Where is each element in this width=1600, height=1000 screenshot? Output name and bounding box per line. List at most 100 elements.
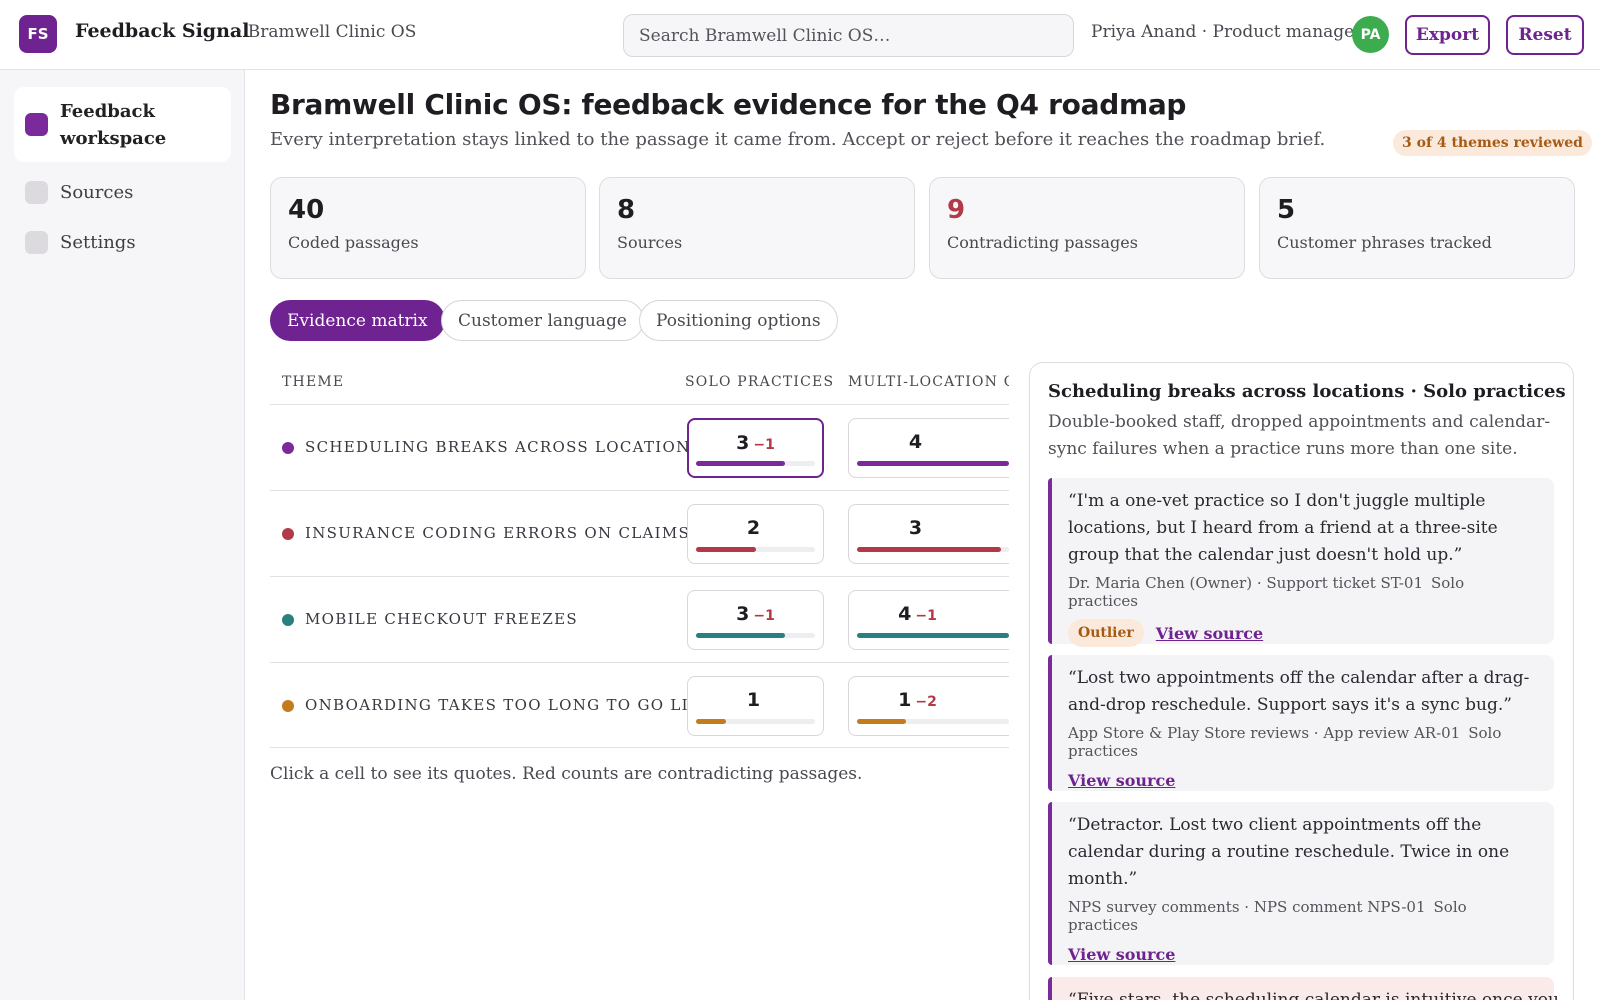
quote-detail-panel: Scheduling breaks across locations · Sol…	[1029, 362, 1574, 1000]
view-source-link[interactable]: View source	[1068, 771, 1175, 790]
quote-card: “Five stars, the scheduling calendar is …	[1048, 977, 1559, 1000]
sources-icon	[25, 180, 48, 204]
matrix-cell[interactable]: 1 −2	[848, 676, 1009, 736]
stat-value: 5	[1277, 195, 1296, 225]
cell-count: 2	[746, 517, 761, 539]
theme-name: MOBILE CHECKOUT FREEZES	[305, 610, 578, 628]
cell-bar	[696, 547, 815, 552]
export-button[interactable]: Export	[1405, 15, 1490, 55]
quote-source: NPS survey comments · NPS comment NPS-01	[1068, 898, 1426, 916]
cell-count: 3	[736, 432, 750, 454]
cell-count: 1	[746, 689, 761, 711]
table-row: INSURANCE CODING ERRORS ON CLAIMS 2 3	[270, 490, 1009, 576]
table-row: MOBILE CHECKOUT FREEZES 3 −1 4 −1	[270, 576, 1009, 662]
quote-source: Dr. Maria Chen (Owner) · Support ticket …	[1068, 574, 1423, 592]
cell-bar	[857, 461, 1009, 466]
view-source-link[interactable]: View source	[1068, 945, 1175, 964]
stat-card-sources: 8 Sources	[599, 177, 915, 279]
column-header-solo-practices: SOLO PRACTICES	[685, 374, 835, 390]
matrix-cell[interactable]: 4 −1	[848, 590, 1009, 650]
theme-color-dot	[282, 614, 294, 626]
page-subtitle: Every interpretation stays linked to the…	[270, 129, 1326, 150]
cell-count: 4	[898, 603, 912, 625]
evidence-matrix: THEME SOLO PRACTICES MULTI-LOCATION G SC…	[270, 362, 1009, 752]
sidebar-item-feedback-workspace[interactable]: Feedback workspace	[14, 87, 231, 162]
cell-contradictions: −1	[915, 608, 937, 624]
stat-label: Contradicting passages	[947, 233, 1138, 252]
view-source-link[interactable]: View source	[1156, 624, 1263, 643]
cell-count: 3	[736, 603, 750, 625]
sidebar: Feedback workspace Sources Settings	[0, 70, 245, 1000]
review-progress-badge: 3 of 4 themes reviewed	[1393, 130, 1592, 156]
cell-bar-fill	[696, 547, 756, 552]
quote-card: “Lost two appointments off the calendar …	[1048, 655, 1554, 791]
stat-card-coded-passages: 40 Coded passages	[270, 177, 586, 279]
sidebar-item-label: Settings	[60, 231, 136, 253]
settings-icon	[25, 230, 48, 254]
cell-contradictions: −2	[915, 694, 937, 710]
reset-button[interactable]: Reset	[1506, 15, 1584, 55]
quote-meta: NPS survey comments · NPS comment NPS-01…	[1068, 898, 1538, 934]
matrix-cell[interactable]: 2	[687, 504, 824, 564]
cell-bar-fill	[857, 461, 1009, 466]
quote-text: “Detractor. Lost two client appointments…	[1068, 815, 1510, 889]
panel-title: Scheduling breaks across locations · Sol…	[1048, 381, 1566, 402]
sidebar-item-sources[interactable]: Sources	[14, 176, 231, 208]
app-logo[interactable]: FS	[19, 15, 57, 53]
stat-value: 40	[288, 195, 325, 225]
avatar[interactable]: PA	[1352, 16, 1389, 53]
stat-value: 8	[617, 195, 636, 225]
quote-meta: App Store & Play Store reviews · App rev…	[1068, 724, 1538, 760]
page-title: Bramwell Clinic OS: feedback evidence fo…	[270, 88, 1187, 121]
theme-name: ONBOARDING TAKES TOO LONG TO GO LIVE	[305, 696, 714, 714]
theme-name: INSURANCE CODING ERRORS ON CLAIMS	[305, 524, 691, 542]
outlier-badge: Outlier	[1068, 619, 1144, 647]
top-bar: FS Feedback Signal · Bramwell Clinic OS …	[0, 0, 1600, 70]
tab-positioning-options[interactable]: Positioning options	[639, 300, 838, 341]
quote-text: “Lost two appointments off the calendar …	[1068, 668, 1530, 715]
sidebar-item-label: Feedback workspace	[60, 101, 167, 149]
stat-label: Coded passages	[288, 233, 419, 252]
stat-value: 9	[947, 195, 966, 225]
tab-customer-language[interactable]: Customer language	[441, 300, 644, 341]
quote-meta: Dr. Maria Chen (Owner) · Support ticket …	[1068, 574, 1538, 610]
matrix-cell[interactable]: 4	[848, 418, 1009, 478]
search-input[interactable]	[623, 14, 1074, 57]
cell-bar	[696, 633, 815, 638]
app-name: Feedback Signal	[75, 20, 250, 42]
cell-bar	[696, 461, 815, 466]
cell-bar-fill	[696, 461, 786, 466]
theme-color-dot	[282, 700, 294, 712]
cell-bar-fill	[857, 719, 906, 724]
matrix-cell[interactable]: 3	[848, 504, 1009, 564]
cell-bar	[696, 719, 815, 724]
sidebar-item-settings[interactable]: Settings	[14, 226, 231, 258]
column-header-multi-location: MULTI-LOCATION G	[848, 374, 1009, 390]
cell-count: 1	[898, 689, 912, 711]
workspace-icon	[25, 113, 48, 136]
cell-count: 4	[908, 431, 923, 453]
cell-bar	[857, 633, 1009, 638]
cell-contradictions: −1	[753, 437, 775, 453]
theme-name: SCHEDULING BREAKS ACROSS LOCATIONS	[305, 438, 703, 456]
theme-color-dot	[282, 528, 294, 540]
matrix-cell[interactable]: 3 −1	[687, 590, 824, 650]
user-label: Priya Anand · Product manager	[1091, 22, 1363, 42]
theme-color-dot	[282, 442, 294, 454]
workspace-breadcrumb: · Bramwell Clinic OS	[237, 22, 417, 42]
stat-card-contradicting-passages: 9 Contradicting passages	[929, 177, 1245, 279]
table-row: SCHEDULING BREAKS ACROSS LOCATIONS 3 −1 4	[270, 404, 1009, 490]
cell-bar-fill	[696, 633, 786, 638]
quote-card: “I'm a one-vet practice so I don't juggl…	[1048, 478, 1554, 647]
quote-text: “I'm a one-vet practice so I don't juggl…	[1068, 491, 1498, 565]
column-header-theme: THEME	[282, 374, 345, 390]
table-row: ONBOARDING TAKES TOO LONG TO GO LIVE 1 1…	[270, 662, 1009, 748]
cell-contradictions: −1	[753, 608, 775, 624]
stat-label: Customer phrases tracked	[1277, 233, 1492, 252]
matrix-cell[interactable]: 3 −1	[687, 418, 824, 478]
matrix-cell[interactable]: 1	[687, 676, 824, 736]
tab-evidence-matrix[interactable]: Evidence matrix	[270, 300, 445, 341]
quote-source: App Store & Play Store reviews · App rev…	[1068, 724, 1461, 742]
stat-card-customer-phrases: 5 Customer phrases tracked	[1259, 177, 1575, 279]
cell-bar-fill	[696, 719, 726, 724]
